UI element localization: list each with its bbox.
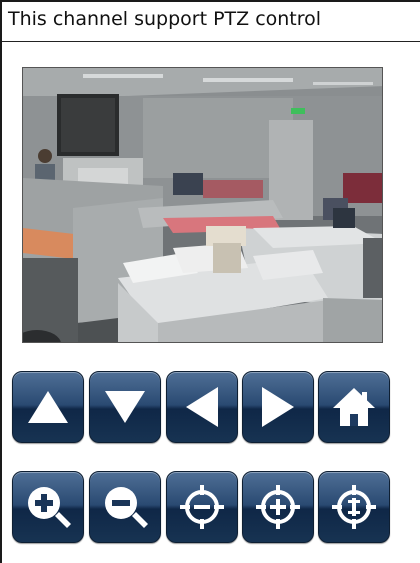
home-button[interactable] — [318, 371, 390, 443]
ptz-support-message: This channel support PTZ control — [8, 8, 322, 30]
camera-feed-image — [23, 68, 382, 342]
tilt-up-button[interactable] — [12, 371, 84, 443]
zoom-in-button[interactable] — [12, 471, 84, 543]
auto-focus-button[interactable] — [318, 471, 390, 543]
tilt-down-icon — [105, 391, 145, 423]
zoom-in-icon — [28, 487, 71, 528]
ptz-page: This channel support PTZ control — [0, 0, 420, 563]
zoom-out-icon — [105, 487, 148, 528]
focus-far-icon — [256, 485, 300, 529]
pan-right-icon — [262, 387, 294, 427]
auto-focus-icon — [332, 485, 376, 529]
focus-near-icon — [180, 485, 224, 529]
home-icon — [333, 388, 375, 426]
camera-view[interactable] — [22, 67, 383, 343]
header-divider — [2, 41, 420, 42]
tilt-down-button[interactable] — [89, 371, 161, 443]
focus-near-button[interactable] — [166, 471, 238, 543]
focus-far-button[interactable] — [242, 471, 314, 543]
zoom-out-button[interactable] — [89, 471, 161, 543]
pan-left-button[interactable] — [166, 371, 238, 443]
tilt-up-icon — [28, 391, 68, 423]
pan-right-button[interactable] — [242, 371, 314, 443]
pan-left-icon — [186, 387, 218, 427]
